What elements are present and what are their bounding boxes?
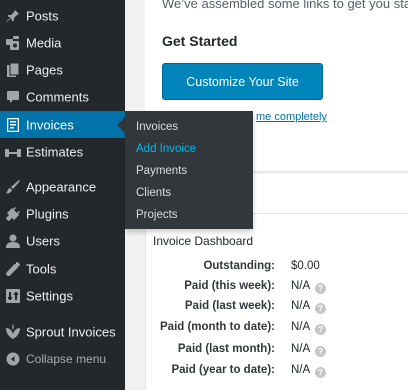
submenu-item-projects[interactable]: Projects bbox=[136, 209, 178, 221]
sidebar-item-pages[interactable]: Pages bbox=[0, 56, 125, 83]
help-icon[interactable]: ? bbox=[315, 346, 326, 357]
change-theme-link[interactable]: me completely bbox=[256, 111, 327, 123]
collapse-arrow-icon bbox=[5, 351, 21, 367]
get-started-heading: Get Started bbox=[162, 33, 238, 49]
help-icon[interactable]: ? bbox=[315, 303, 326, 314]
stat-label: Outstanding: bbox=[203, 260, 275, 272]
stat-row: Paid (last week): N/A ? bbox=[146, 300, 408, 320]
sidebar-item-label: Tools bbox=[26, 261, 57, 276]
sidebar-item-label: Plugins bbox=[26, 206, 69, 221]
sidebar-item-label: Settings bbox=[26, 288, 73, 303]
sidebar-item-comments[interactable]: Comments bbox=[0, 83, 125, 110]
stat-label: Paid (year to date): bbox=[171, 364, 275, 376]
sidebar-item-media[interactable]: Media bbox=[0, 29, 125, 56]
invoices-submenu: Invoices Add Invoice Payments Clients Pr… bbox=[125, 111, 253, 229]
sidebar-item-label: Media bbox=[26, 35, 62, 50]
stat-value: N/A bbox=[291, 300, 311, 312]
sidebar-item-label: Estimates bbox=[26, 144, 84, 159]
pages-icon bbox=[5, 62, 21, 78]
media-icon bbox=[5, 35, 21, 51]
sidebar-item-label: Users bbox=[26, 233, 60, 248]
stat-row: Paid (last month): N/A ? bbox=[146, 343, 408, 363]
sidebar-item-settings[interactable]: Settings bbox=[0, 282, 125, 309]
sidebar-item-users[interactable]: Users bbox=[0, 227, 125, 254]
sidebar-item-posts[interactable]: Posts bbox=[0, 2, 125, 29]
stat-label: Paid (last month): bbox=[177, 343, 275, 355]
stat-row: Paid (year to date): N/A ? bbox=[146, 364, 408, 384]
customize-site-button[interactable]: Customize Your Site bbox=[162, 63, 323, 100]
submenu-item-add-invoice[interactable]: Add Invoice bbox=[136, 143, 196, 155]
sidebar-item-estimates[interactable]: Estimates bbox=[0, 138, 125, 165]
stat-row: Paid (month to date): N/A ? bbox=[146, 321, 408, 341]
stat-value: N/A bbox=[291, 321, 311, 333]
sidebar-item-plugins[interactable]: Plugins bbox=[0, 200, 125, 227]
sidebar-item-label: Comments bbox=[26, 89, 89, 104]
estimates-icon bbox=[5, 144, 21, 160]
stat-value: $0.00 bbox=[291, 260, 320, 272]
stat-value: N/A bbox=[291, 280, 311, 292]
submenu-item-invoices[interactable]: Invoices bbox=[136, 121, 178, 133]
sidebar-item-label: Posts bbox=[26, 8, 59, 23]
stat-value: N/A bbox=[291, 364, 311, 376]
stat-label: Paid (this week): bbox=[184, 280, 275, 292]
comments-icon bbox=[5, 89, 21, 105]
sidebar-item-label: Appearance bbox=[26, 179, 97, 194]
sidebar-item-sprout-invoices[interactable]: Sprout Invoices bbox=[0, 318, 125, 345]
brush-icon bbox=[5, 179, 21, 195]
stat-value: N/A bbox=[291, 343, 311, 355]
sprout-icon bbox=[5, 323, 21, 340]
stat-row: Outstanding: $0.00 bbox=[146, 260, 408, 280]
sidebar-item-appearance[interactable]: Appearance bbox=[0, 173, 125, 200]
submenu-item-clients[interactable]: Clients bbox=[136, 187, 171, 199]
help-icon[interactable]: ? bbox=[315, 367, 326, 378]
sidebar-item-label: Invoices bbox=[26, 117, 74, 132]
admin-sidebar: Posts Media Pages Comments Invoices Esti… bbox=[0, 0, 125, 390]
settings-icon bbox=[5, 288, 21, 304]
collapse-menu-button[interactable]: Collapse menu bbox=[0, 345, 125, 372]
pin-icon bbox=[5, 8, 21, 24]
stat-row: Paid (this week): N/A ? bbox=[146, 280, 408, 300]
plug-icon bbox=[5, 206, 21, 222]
collapse-menu-label: Collapse menu bbox=[26, 351, 107, 366]
submenu-item-payments[interactable]: Payments bbox=[136, 165, 187, 177]
sidebar-item-invoices[interactable]: Invoices bbox=[0, 111, 125, 138]
wrench-icon bbox=[5, 261, 21, 277]
help-icon[interactable]: ? bbox=[315, 283, 326, 294]
widget-subtitle: Invoice Dashboard bbox=[153, 234, 254, 248]
sidebar-item-label: Pages bbox=[26, 62, 63, 77]
user-icon bbox=[5, 233, 21, 249]
help-icon[interactable]: ? bbox=[315, 324, 326, 335]
sidebar-item-tools[interactable]: Tools bbox=[0, 255, 125, 282]
invoice-icon bbox=[5, 117, 21, 133]
stat-label: Paid (month to date): bbox=[160, 321, 275, 333]
stat-label: Paid (last week): bbox=[184, 300, 275, 312]
sidebar-item-label: Sprout Invoices bbox=[26, 324, 116, 339]
welcome-text: We’ve assembled some links to get you st… bbox=[162, 0, 408, 11]
